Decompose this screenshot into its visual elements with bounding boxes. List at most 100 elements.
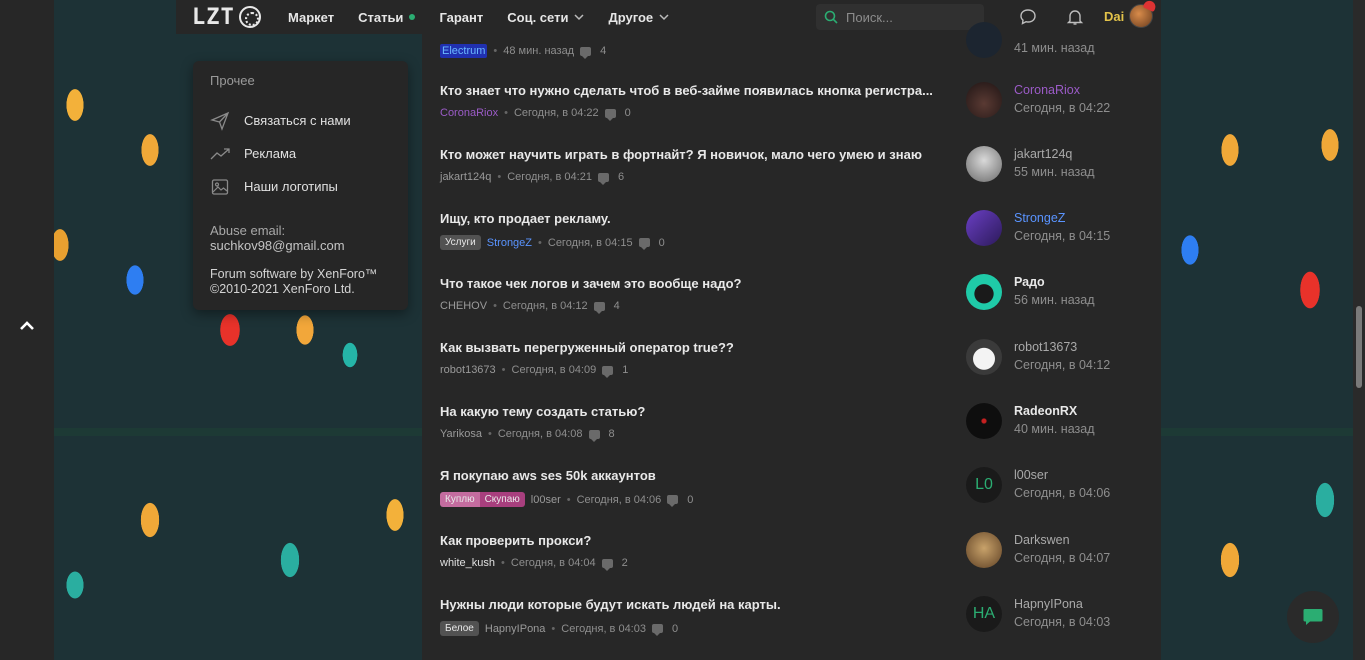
thread-title[interactable]: На какую тему создать статью?: [440, 404, 940, 419]
last-post-user[interactable]: RadeonRX: [1014, 404, 1077, 418]
avatar[interactable]: [966, 403, 1002, 439]
page-scrollbar[interactable]: [1353, 0, 1365, 660]
thread-row[interactable]: Ищу, кто продает рекламу. Услуги Stronge…: [440, 211, 940, 250]
last-post-user[interactable]: CoronaRiox: [1014, 83, 1080, 97]
avatar[interactable]: L0: [966, 467, 1002, 503]
thread-list: Electrum • 48 мин. назад 4 Кто знает что…: [422, 22, 1161, 660]
scroll-to-top-button[interactable]: [14, 316, 40, 338]
nav-item-other[interactable]: Другое: [608, 10, 669, 25]
meta-separator: •: [493, 45, 498, 57]
last-post-cell[interactable]: Радо 56 мин. назад: [966, 272, 1156, 312]
thread-meta: Electrum • 48 мин. назад 4: [440, 44, 940, 59]
thread-author[interactable]: HapnyIPona: [485, 623, 546, 635]
thread-time: Сегодня, в 04:08: [497, 428, 583, 440]
last-post-cell[interactable]: L0 l00ser Сегодня, в 04:06: [966, 465, 1156, 505]
thread-row[interactable]: Как проверить прокси? white_kush • Сегод…: [440, 533, 940, 571]
menu-item-logos[interactable]: Наши логотипы: [210, 170, 391, 203]
thread-row[interactable]: Как вызвать перегруженный оператор true?…: [440, 340, 940, 378]
menu-item-label: Связаться с нами: [244, 113, 351, 128]
chat-bubble-icon: [1303, 609, 1323, 625]
comment-icon: [601, 558, 613, 571]
meta-separator: •: [501, 557, 505, 569]
thread-row[interactable]: Я покупаю aws ses 50k аккаунтов Куплю Ск…: [440, 468, 940, 507]
thread-author[interactable]: Electrum: [440, 44, 488, 58]
chat-button[interactable]: [1287, 591, 1339, 643]
last-post-cell[interactable]: Darkswen Сегодня, в 04:07: [966, 530, 1156, 570]
comment-icon: [580, 46, 592, 59]
menu-item-label: Реклама: [244, 146, 297, 161]
avatar[interactable]: [966, 532, 1002, 568]
prefix-tag[interactable]: Белое: [440, 621, 479, 636]
last-post-user[interactable]: jakart124q: [1014, 147, 1072, 161]
thread-author[interactable]: Yarikosa: [440, 428, 482, 440]
thread-author[interactable]: robot13673: [440, 364, 496, 376]
nav-item-market[interactable]: Маркет: [288, 10, 334, 25]
nav-item-articles[interactable]: Статьи: [358, 10, 416, 25]
avatar[interactable]: HA: [966, 596, 1002, 632]
prefix-tag[interactable]: Скупаю: [479, 492, 525, 507]
thread-row[interactable]: Кто может научить играть в фортнайт? Я н…: [440, 147, 940, 185]
thread-title[interactable]: Как проверить прокси?: [440, 533, 940, 548]
last-post-time: Сегодня, в 04:15: [1014, 229, 1111, 243]
send-icon: [210, 111, 230, 131]
thread-author[interactable]: StrongeZ: [487, 237, 532, 249]
prefix-tag[interactable]: Услуги: [440, 235, 481, 250]
thread-title[interactable]: Что такое чек логов и зачем это вообще н…: [440, 276, 940, 291]
thread-title[interactable]: Кто может научить играть в фортнайт? Я н…: [440, 147, 940, 162]
avatar[interactable]: [966, 22, 1002, 58]
thread-row[interactable]: Нужны люди которые будут искать людей на…: [440, 597, 940, 636]
thread-title[interactable]: Я покупаю aws ses 50k аккаунтов: [440, 468, 940, 483]
reply-count: 1: [622, 364, 629, 376]
thread-row[interactable]: На какую тему создать статью? Yarikosa •…: [440, 404, 940, 442]
nav-items: Маркет Статьи Гарант Соц. сети Другое: [288, 0, 669, 34]
thread-row[interactable]: Кто знает что нужно сделать чтоб в веб-з…: [440, 83, 940, 121]
nav-item-social[interactable]: Соц. сети: [507, 10, 584, 25]
avatar[interactable]: [966, 146, 1002, 182]
abuse-email-link[interactable]: suchkov98@gmail.com: [210, 238, 391, 253]
prefix-tag[interactable]: Куплю: [440, 492, 480, 507]
avatar[interactable]: [966, 339, 1002, 375]
thread-row[interactable]: Что такое чек логов и зачем это вообще н…: [440, 276, 940, 314]
scrollbar-thumb[interactable]: [1356, 306, 1362, 388]
nav-item-label: Гарант: [439, 9, 484, 25]
last-post-user[interactable]: robot13673: [1014, 340, 1077, 354]
last-post-cell[interactable]: CoronaRiox Сегодня, в 04:22: [966, 80, 1156, 120]
thread-title[interactable]: Ищу, кто продает рекламу.: [440, 211, 940, 226]
last-post-time: Сегодня, в 04:06: [1014, 486, 1111, 500]
avatar[interactable]: [966, 82, 1002, 118]
thread-meta: CHEHOV • Сегодня, в 04:12 4: [440, 300, 940, 314]
thread-author[interactable]: CoronaRiox: [440, 107, 498, 119]
thread-author[interactable]: jakart124q: [440, 171, 491, 183]
site-logo[interactable]: LZT: [192, 4, 272, 30]
avatar[interactable]: [966, 274, 1002, 310]
thread-author[interactable]: white_kush: [440, 557, 495, 569]
nav-item-guarantor[interactable]: Гарант: [439, 10, 483, 25]
last-post-cell[interactable]: StrongeZ Сегодня, в 04:15: [966, 208, 1156, 248]
search-box[interactable]: [816, 4, 984, 30]
thread-title[interactable]: Нужны люди которые будут искать людей на…: [440, 597, 940, 612]
chevron-up-icon: [20, 321, 34, 330]
last-post-user[interactable]: l00ser: [1014, 468, 1048, 482]
thread-author[interactable]: CHEHOV: [440, 300, 487, 312]
avatar[interactable]: [966, 210, 1002, 246]
search-input[interactable]: [846, 9, 966, 25]
last-post-cell[interactable]: RadeonRX 40 мин. назад: [966, 401, 1156, 441]
last-post-cell[interactable]: jakart124q 55 мин. назад: [966, 144, 1156, 184]
last-post-cell[interactable]: robot13673 Сегодня, в 04:12: [966, 337, 1156, 377]
forum-software-link[interactable]: Forum software by XenForo™: [210, 267, 391, 282]
last-post-time: 56 мин. назад: [1014, 293, 1095, 307]
last-post-user[interactable]: StrongeZ: [1014, 211, 1065, 225]
menu-item-contact[interactable]: Связаться с нами: [210, 104, 391, 137]
thread-title[interactable]: Кто знает что нужно сделать чтоб в веб-з…: [440, 83, 940, 98]
last-post-cell[interactable]: 41 мин. назад: [966, 20, 1156, 60]
last-post-user[interactable]: HapnyIPona: [1014, 597, 1083, 611]
last-post-user[interactable]: Радо: [1014, 275, 1045, 289]
thread-row[interactable]: Electrum • 48 мин. назад 4: [440, 44, 940, 59]
menu-item-advertising[interactable]: Реклама: [210, 137, 391, 170]
thread-author[interactable]: l00ser: [531, 494, 561, 506]
last-post-user[interactable]: Darkswen: [1014, 533, 1070, 547]
thread-title[interactable]: Как вызвать перегруженный оператор true?…: [440, 340, 940, 355]
thread-meta: Yarikosa • Сегодня, в 04:08 8: [440, 428, 940, 442]
thread-meta: Услуги StrongeZ • Сегодня, в 04:15 0: [440, 235, 940, 250]
last-post-cell[interactable]: HA HapnyIPona Сегодня, в 04:03: [966, 594, 1156, 634]
